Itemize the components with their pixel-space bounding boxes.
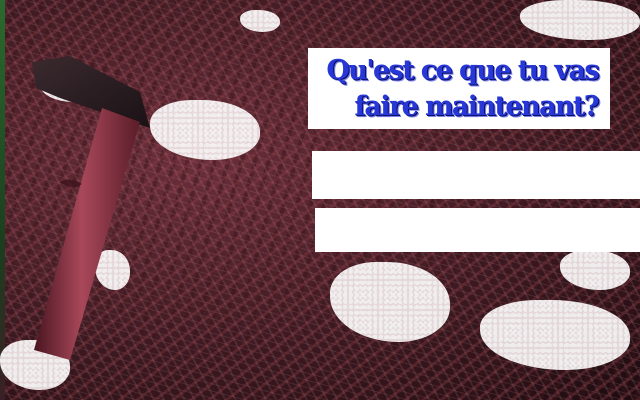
question-dialog: Qu'est ce que tu vas faire maintenant? xyxy=(308,48,610,129)
choice-button-1[interactable] xyxy=(312,151,640,199)
axe-head xyxy=(32,56,150,128)
axe-handle xyxy=(34,108,140,360)
question-text: Qu'est ce que tu vas faire maintenant? xyxy=(308,53,599,125)
game-scene: Qu'est ce que tu vas faire maintenant? xyxy=(0,0,640,400)
choice-button-2[interactable] xyxy=(315,208,640,252)
handle-marking xyxy=(60,179,82,188)
question-line-1: Qu'est ce que tu vas xyxy=(326,55,599,86)
question-line-2: faire maintenant? xyxy=(354,91,599,122)
